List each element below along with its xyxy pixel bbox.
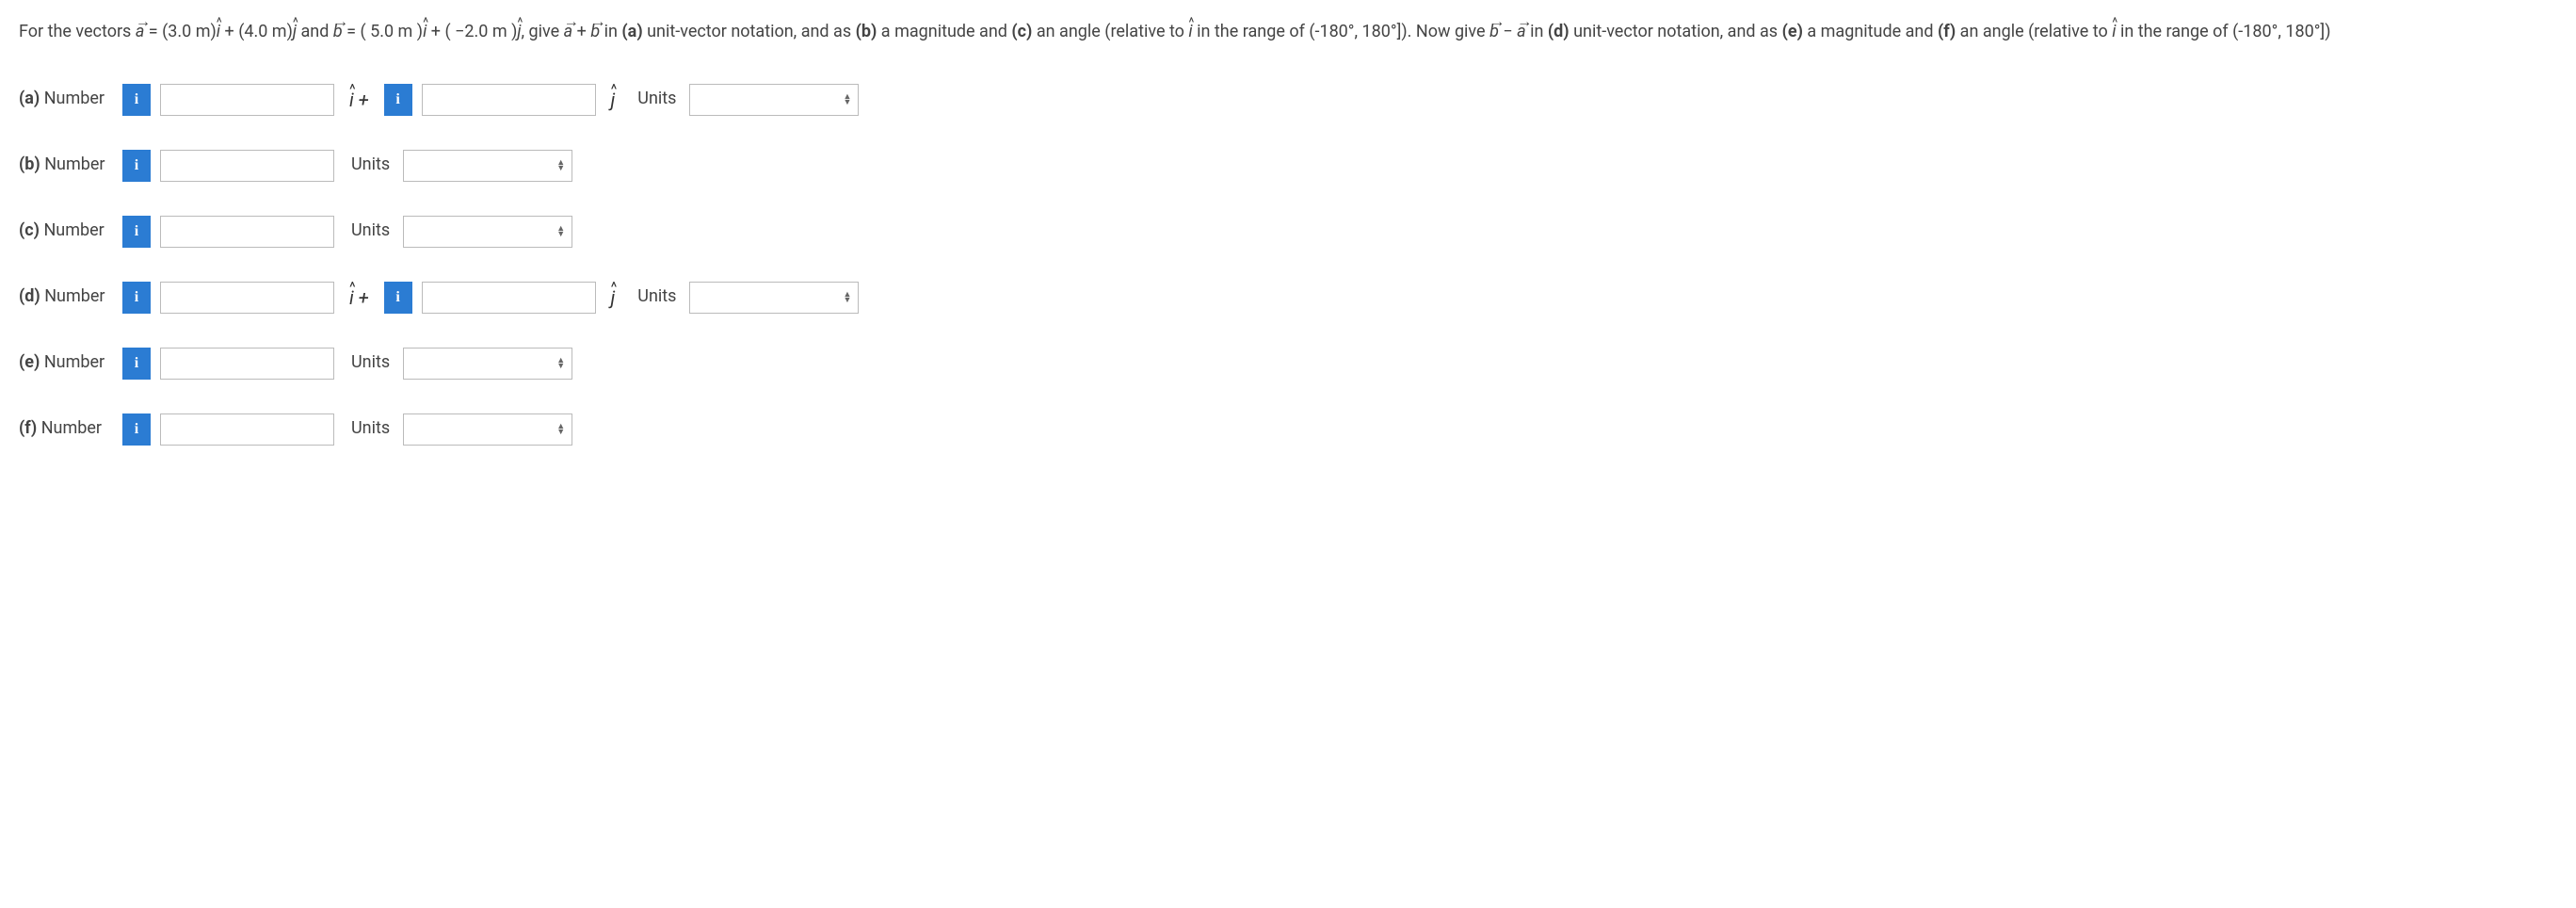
- units-select-a[interactable]: [689, 84, 859, 116]
- part-c: (c): [19, 220, 40, 240]
- part-a-bold: (a): [621, 22, 642, 41]
- ihat-3: i: [1188, 19, 1192, 46]
- ihat-plus-d: i +: [349, 283, 369, 313]
- answer-row-f: (f) Number i Units ▲▼: [19, 413, 2557, 446]
- number-label-f: Number: [41, 418, 102, 438]
- q-text: For the vectors: [19, 22, 136, 41]
- vec-b: b: [333, 19, 343, 46]
- select-wrap-e: ▲▼: [403, 348, 572, 380]
- units-select-f[interactable]: [403, 413, 572, 446]
- part-d-bold: (d): [1548, 22, 1570, 41]
- answer-row-a: (a) Number i i + i j Units ▲▼: [19, 84, 2557, 116]
- jhat-a: j: [611, 85, 616, 115]
- part-d: (d): [19, 286, 40, 306]
- units-label-c: Units: [351, 218, 390, 245]
- q-angle: an angle (relative to: [1032, 22, 1188, 41]
- info-icon[interactable]: i: [122, 84, 151, 116]
- part-f: (f): [19, 418, 37, 438]
- input-d-i[interactable]: [160, 282, 334, 314]
- units-select-b[interactable]: [403, 150, 572, 182]
- part-f-bold: (f): [1938, 22, 1956, 41]
- q-unv2: unit-vector notation, and as: [1570, 22, 1782, 41]
- part-a: (a): [19, 89, 40, 108]
- part-label-e: (e) Number: [19, 349, 113, 377]
- q-range2: in the range of (-180°, 180°]): [2116, 22, 2330, 41]
- q-range1: in the range of (-180°, 180°]). Now give: [1193, 22, 1489, 41]
- input-e[interactable]: [160, 348, 334, 380]
- number-label-b: Number: [44, 154, 105, 174]
- part-label-b: (b) Number: [19, 152, 113, 179]
- q-and: and: [297, 22, 333, 41]
- part-b: (b): [19, 154, 40, 174]
- q-unv: unit-vector notation, and as: [643, 22, 856, 41]
- vec-b2: b: [590, 19, 600, 46]
- part-label-f: (f) Number: [19, 415, 113, 443]
- ihat-2: i: [423, 19, 427, 46]
- ihat-4: i: [2112, 19, 2116, 46]
- info-icon[interactable]: i: [122, 216, 151, 248]
- select-wrap-c: ▲▼: [403, 216, 572, 248]
- input-a-j[interactable]: [422, 84, 596, 116]
- part-e-bold: (e): [1782, 22, 1803, 41]
- answer-row-d: (d) Number i i + i j Units ▲▼: [19, 282, 2557, 314]
- q-angle2: an angle (relative to: [1956, 22, 2112, 41]
- ihat-plus-a: i +: [349, 85, 369, 115]
- input-d-j[interactable]: [422, 282, 596, 314]
- units-select-c[interactable]: [403, 216, 572, 248]
- number-label-e: Number: [44, 352, 105, 372]
- info-icon[interactable]: i: [122, 282, 151, 314]
- part-e: (e): [19, 352, 40, 372]
- info-icon[interactable]: i: [122, 150, 151, 182]
- q-mag: a magnitude and: [877, 22, 1011, 41]
- part-label-d: (d) Number: [19, 284, 113, 311]
- units-label-d: Units: [637, 284, 676, 311]
- ihat-1: i: [217, 19, 220, 46]
- jhat-1: j: [293, 19, 297, 46]
- input-f[interactable]: [160, 413, 334, 446]
- vec-a: a: [136, 19, 145, 46]
- select-wrap-b: ▲▼: [403, 150, 572, 182]
- jhat-2: j: [517, 19, 521, 46]
- q-give: , give: [522, 22, 564, 41]
- part-label-a: (a) Number: [19, 86, 113, 113]
- q-eq-b: = ( 5.0 m ): [343, 22, 423, 41]
- number-label-a: Number: [44, 89, 105, 108]
- number-label-d: Number: [44, 286, 105, 306]
- answer-row-e: (e) Number i Units ▲▼: [19, 348, 2557, 380]
- select-wrap-d: ▲▼: [689, 282, 859, 314]
- units-label-e: Units: [351, 349, 390, 377]
- q-eq-a: = (3.0 m): [144, 22, 216, 41]
- vec-a2: a: [564, 19, 573, 46]
- q-plus-a: + (4.0 m): [220, 22, 293, 41]
- input-b[interactable]: [160, 150, 334, 182]
- units-select-e[interactable]: [403, 348, 572, 380]
- select-wrap-a: ▲▼: [689, 84, 859, 116]
- units-label-b: Units: [351, 152, 390, 179]
- info-icon[interactable]: i: [384, 282, 412, 314]
- info-icon[interactable]: i: [122, 413, 151, 446]
- answer-row-c: (c) Number i Units ▲▼: [19, 216, 2557, 248]
- info-icon[interactable]: i: [384, 84, 412, 116]
- part-b-bold: (b): [856, 22, 877, 41]
- part-label-c: (c) Number: [19, 218, 113, 245]
- units-label-a: Units: [637, 86, 676, 113]
- vec-b3: b: [1489, 19, 1499, 46]
- answer-row-b: (b) Number i Units ▲▼: [19, 150, 2557, 182]
- question-text: For the vectors a = (3.0 m)i + (4.0 m)j …: [19, 19, 2557, 46]
- part-c-bold: (c): [1011, 22, 1032, 41]
- answers-container: (a) Number i i + i j Units ▲▼ (b) Number…: [19, 84, 2557, 446]
- vec-a3: a: [1517, 19, 1526, 46]
- units-label-f: Units: [351, 415, 390, 443]
- q-mag2: a magnitude and: [1803, 22, 1938, 41]
- units-select-d[interactable]: [689, 282, 859, 314]
- q-plus-b: + ( −2.0 m ): [427, 22, 517, 41]
- number-label-c: Number: [43, 220, 104, 240]
- input-c[interactable]: [160, 216, 334, 248]
- input-a-i[interactable]: [160, 84, 334, 116]
- jhat-d: j: [611, 283, 616, 313]
- select-wrap-f: ▲▼: [403, 413, 572, 446]
- info-icon[interactable]: i: [122, 348, 151, 380]
